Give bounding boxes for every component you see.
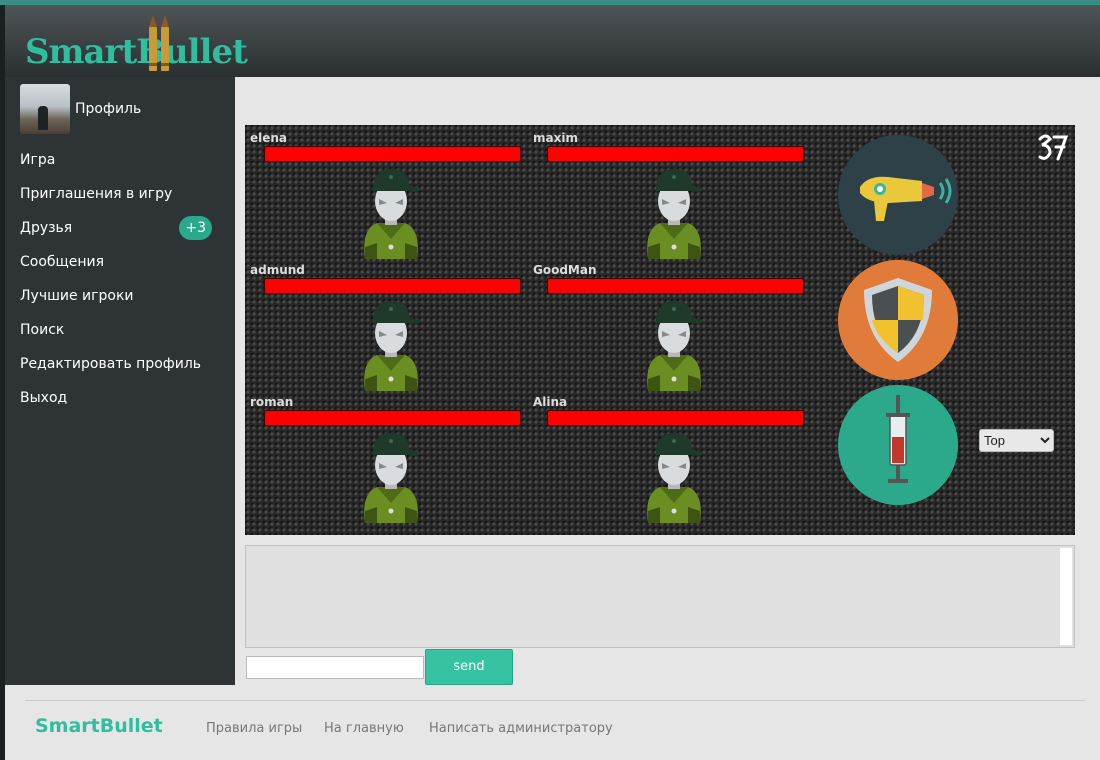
- player-slot[interactable]: elena: [245, 125, 521, 259]
- shield-icon[interactable]: [838, 260, 958, 380]
- profile-link[interactable]: Профиль: [75, 101, 141, 117]
- game-logo-icon: [1038, 134, 1069, 161]
- soldier-avatar-icon: [647, 168, 704, 259]
- chat-scrollbar[interactable]: [1060, 548, 1072, 645]
- sidebar: Профиль Игра Приглашения в игру Друзья +…: [5, 77, 235, 685]
- player-name: maxim: [533, 131, 578, 145]
- sidebar-item-game[interactable]: Игра: [20, 149, 225, 183]
- player-name: Alina: [533, 395, 568, 409]
- sidebar-item-search[interactable]: Поиск: [20, 319, 225, 353]
- soldier-avatar-icon: [364, 168, 421, 259]
- sidebar-item-friends[interactable]: Друзья +3: [20, 216, 225, 251]
- footer-link-contact-admin[interactable]: Написать администратору: [429, 721, 613, 736]
- player-name: roman: [250, 395, 294, 409]
- footer-divider: [25, 700, 1085, 701]
- player-name: admund: [250, 263, 305, 277]
- ray-gun-icon[interactable]: [838, 135, 958, 255]
- player-health-bar: [547, 146, 804, 162]
- player-health-bar: [547, 410, 804, 426]
- player-name: GoodMan: [533, 263, 597, 277]
- sidebar-item-invitations[interactable]: Приглашения в игру: [20, 183, 225, 217]
- sidebar-item-messages[interactable]: Сообщения: [20, 251, 225, 285]
- sidebar-item-logout[interactable]: Выход: [20, 387, 225, 421]
- sidebar-item-label: Друзья: [20, 220, 73, 236]
- syringe-icon[interactable]: [838, 385, 958, 505]
- game-board: elena maxim admund GoodMan roman Alina T…: [245, 125, 1075, 535]
- player-name: elena: [250, 131, 288, 145]
- soldier-avatar-icon: [364, 300, 421, 391]
- site-header: SmartBullet: [5, 5, 1100, 77]
- avatar[interactable]: [20, 84, 70, 134]
- sidebar-item-top-players[interactable]: Лучшие игроки: [20, 285, 225, 319]
- app-window: SmartBullet Профиль Игра Приглашения в и…: [0, 0, 1100, 760]
- sidebar-item-edit-profile[interactable]: Редактировать профиль: [20, 353, 225, 387]
- site-footer: SmartBullet Правила игры На главную Напи…: [5, 685, 1100, 760]
- player-health-bar: [264, 410, 521, 426]
- player-slot[interactable]: GoodMan: [528, 257, 804, 391]
- player-slot[interactable]: roman: [245, 389, 521, 523]
- soldier-avatar-icon: [647, 432, 704, 523]
- target-select[interactable]: Top: [979, 429, 1054, 452]
- friends-count-badge: +3: [179, 216, 212, 240]
- footer-brand[interactable]: SmartBullet: [35, 715, 163, 737]
- chat-input[interactable]: [246, 656, 424, 679]
- soldier-avatar-icon: [364, 432, 421, 523]
- player-health-bar: [264, 146, 521, 162]
- footer-link-rules[interactable]: Правила игры: [206, 721, 302, 736]
- player-health-bar: [547, 278, 804, 294]
- chat-log[interactable]: [245, 545, 1075, 648]
- player-slot[interactable]: Alina: [528, 389, 804, 523]
- soldier-avatar-icon: [647, 300, 704, 391]
- player-slot[interactable]: admund: [245, 257, 521, 391]
- player-health-bar: [264, 278, 521, 294]
- site-logo[interactable]: SmartBullet: [25, 32, 248, 72]
- bullets-logo-icon: [149, 15, 169, 71]
- send-button[interactable]: send: [425, 649, 513, 685]
- player-slot[interactable]: maxim: [528, 125, 804, 259]
- footer-link-home[interactable]: На главную: [324, 721, 404, 736]
- sidebar-menu: Игра Приглашения в игру Друзья +3 Сообще…: [20, 149, 225, 421]
